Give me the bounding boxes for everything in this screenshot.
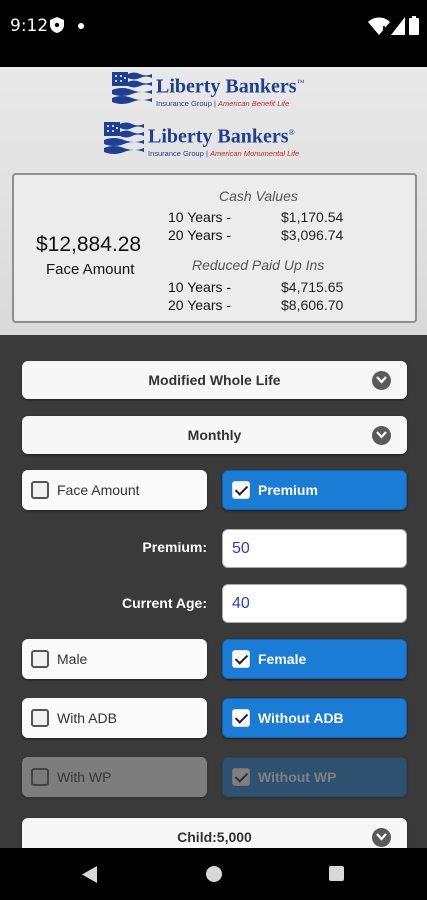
without-wp-label: Without WP	[258, 769, 337, 785]
calc-face-amount-label: Face Amount	[57, 482, 140, 498]
with-wp-label: With WP	[57, 769, 112, 785]
cash-value-20-value: $3,096.74	[281, 227, 344, 243]
reduced-paid-up-10-label: 10 Years -	[168, 279, 232, 295]
without-adb-label: Without ADB	[258, 710, 344, 726]
face-amount-value: $12,884.28	[36, 233, 142, 256]
home-icon[interactable]	[206, 866, 222, 882]
logo1-mark: ™	[296, 78, 305, 88]
checkbox-unchecked-icon	[31, 481, 49, 499]
liberty-bankers-abl-logo: Liberty Bankers™ Insurance Group | Ameri…	[112, 72, 304, 108]
reduced-paid-up-10-value: $4,715.65	[281, 279, 344, 295]
checkbox-unchecked-icon	[31, 768, 49, 786]
male-label: Male	[57, 651, 88, 667]
flag-icon	[112, 72, 152, 104]
battery-icon	[409, 16, 419, 35]
checkbox-unchecked-icon	[31, 709, 49, 727]
plan-select[interactable]: Modified Whole Life	[22, 361, 407, 399]
flag-icon	[104, 122, 144, 154]
premium-input[interactable]: 50	[222, 529, 407, 568]
cell-signal-icon	[391, 17, 405, 35]
chevron-down-icon	[372, 426, 391, 445]
calc-premium-toggle[interactable]: Premium	[222, 470, 407, 510]
male-toggle[interactable]: Male	[22, 639, 207, 679]
chevron-down-icon	[372, 828, 391, 847]
calc-premium-label: Premium	[258, 482, 318, 498]
cash-values-title: Cash Values	[219, 188, 298, 204]
back-icon[interactable]	[82, 866, 98, 883]
logo2-sub-right: American Monumental Life	[210, 148, 300, 158]
logo1-sub-left: Insurance Group	[156, 98, 212, 108]
current-age-input[interactable]: 40	[222, 584, 407, 623]
chevron-down-icon	[372, 371, 391, 390]
cash-value-10-value: $1,170.54	[281, 209, 344, 225]
reduced-paid-up-title: Reduced Paid Up Ins	[192, 257, 325, 273]
notification-dot-icon	[78, 23, 84, 29]
app-header: Liberty Bankers™ Insurance Group | Ameri…	[0, 67, 427, 335]
child-rider-value: Child:5,000	[177, 829, 252, 845]
results-card: $12,884.28 Face Amount Cash Values 10 Ye…	[12, 173, 417, 323]
quote-form: Modified Whole Life Monthly Face Amount …	[0, 335, 427, 856]
checkbox-checked-icon	[232, 768, 250, 786]
cash-value-10-label: 10 Years -	[168, 209, 232, 225]
status-time: 9:12	[10, 16, 49, 36]
with-adb-label: With ADB	[57, 710, 117, 726]
checkbox-checked-icon	[232, 709, 250, 727]
plan-select-value: Modified Whole Life	[148, 372, 281, 388]
face-amount-label: Face Amount	[46, 261, 135, 278]
logo2-mark: ®	[288, 128, 295, 138]
female-toggle[interactable]: Female	[222, 639, 407, 679]
logo1-sub-right: American Benefit Life	[218, 98, 290, 108]
premium-label: Premium:	[142, 539, 207, 555]
recent-apps-icon[interactable]	[329, 866, 344, 881]
logo1-name: Liberty Bankers	[156, 75, 297, 98]
checkbox-checked-icon	[232, 650, 250, 668]
with-wp-toggle: With WP	[22, 757, 207, 797]
female-label: Female	[258, 651, 307, 667]
liberty-bankers-aml-logo: Liberty Bankers® Insurance Group | Ameri…	[104, 122, 299, 158]
status-bar: 9:12	[0, 0, 427, 67]
payment-mode-value: Monthly	[187, 427, 242, 443]
without-wp-toggle: Without WP	[222, 757, 407, 797]
system-nav-bar	[0, 848, 427, 900]
calc-face-amount-toggle[interactable]: Face Amount	[22, 470, 207, 510]
logo2-name: Liberty Bankers	[148, 125, 289, 148]
cash-value-20-label: 20 Years -	[168, 227, 232, 243]
with-adb-toggle[interactable]: With ADB	[22, 698, 207, 738]
shield-icon	[50, 17, 64, 33]
without-adb-toggle[interactable]: Without ADB	[222, 698, 407, 738]
logo2-sub-left: Insurance Group	[148, 148, 204, 158]
reduced-paid-up-20-value: $8,606.70	[281, 297, 344, 313]
reduced-paid-up-20-label: 20 Years -	[168, 297, 232, 313]
checkbox-unchecked-icon	[31, 650, 49, 668]
current-age-label: Current Age:	[121, 595, 207, 611]
wifi-icon	[368, 17, 390, 35]
payment-mode-select[interactable]: Monthly	[22, 416, 407, 454]
checkbox-checked-icon	[232, 481, 250, 499]
